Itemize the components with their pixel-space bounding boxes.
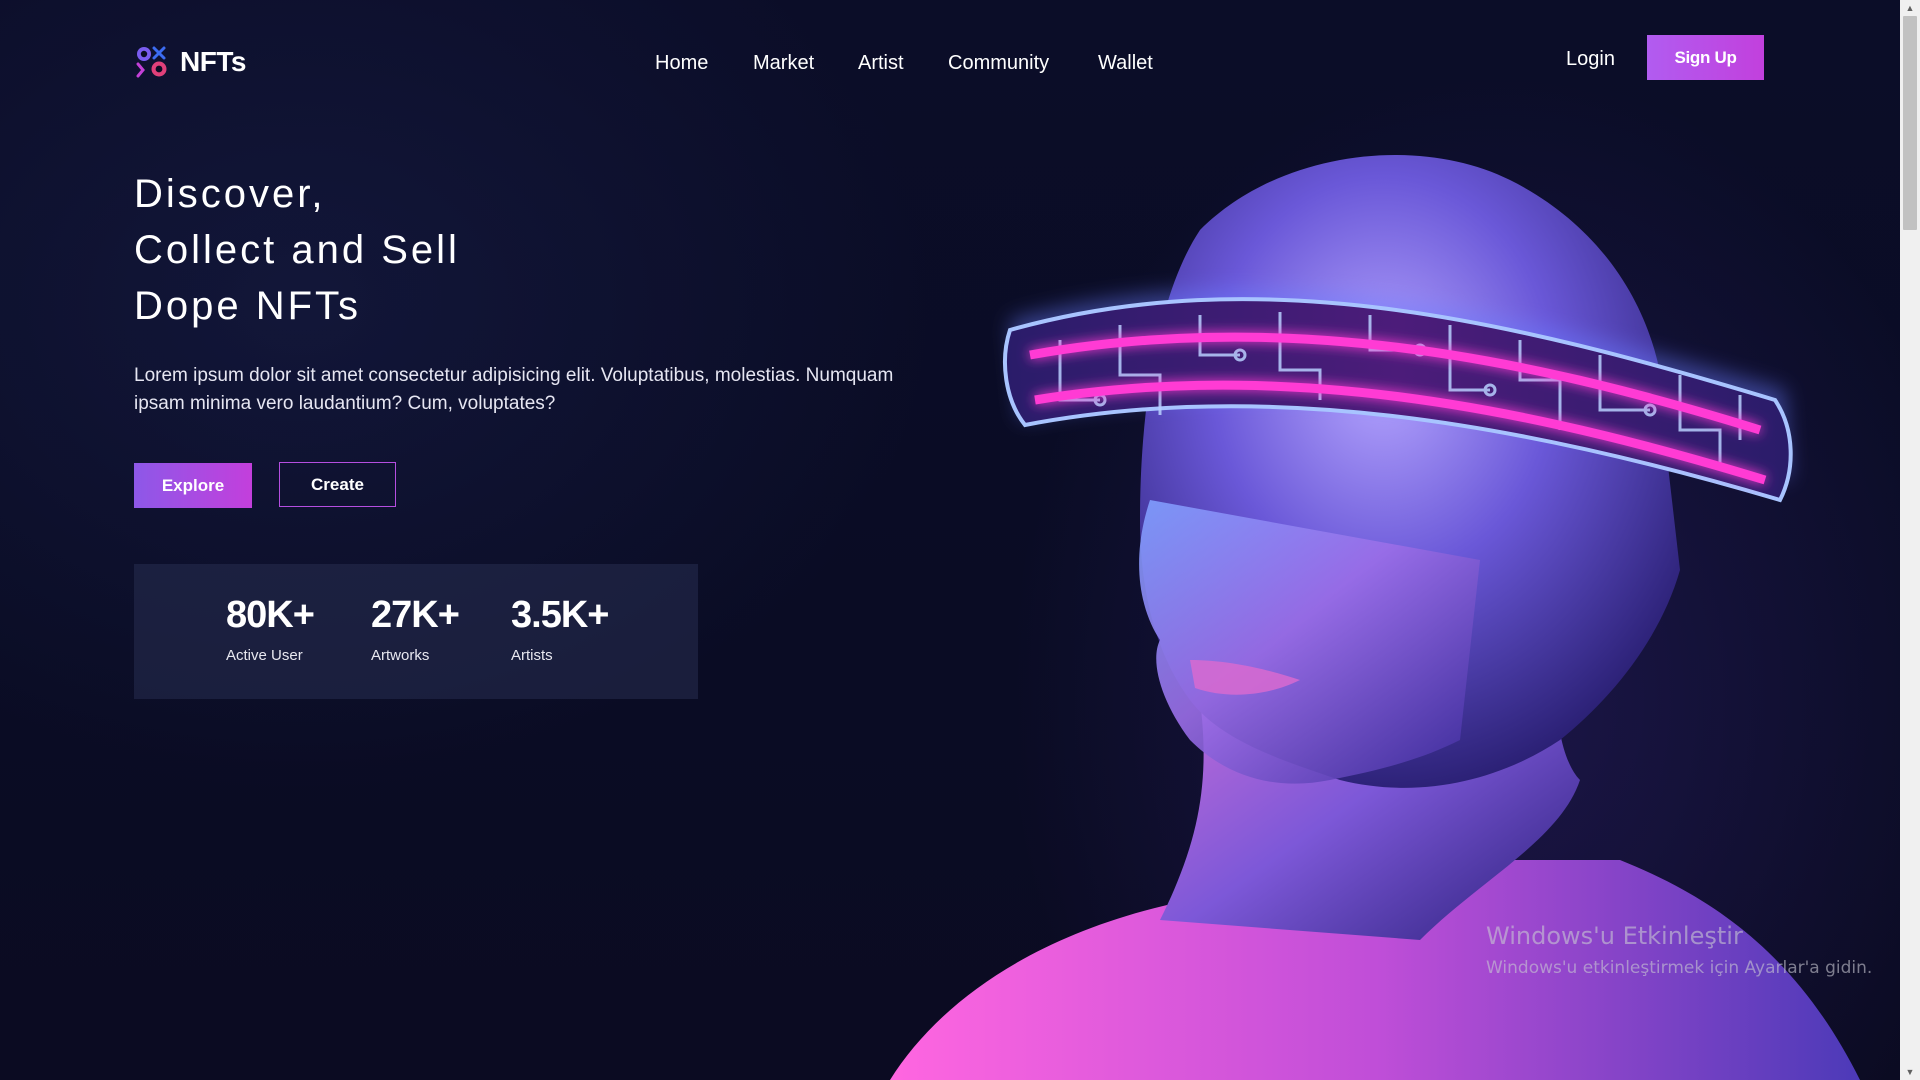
- nav-link-community[interactable]: Community: [948, 52, 1049, 75]
- stat-value: 3.5K+: [511, 594, 609, 636]
- stat-artworks: 27K+ Artworks: [371, 594, 460, 664]
- stat-label: Artists: [511, 647, 553, 664]
- stats-panel: 80K+ Active User 27K+ Artworks 3.5K+ Art…: [134, 564, 698, 699]
- stat-label: Artworks: [371, 647, 430, 664]
- hero-headline: Discover, Collect and Sell Dope NFTs: [134, 166, 460, 334]
- stat-value: 27K+: [371, 594, 460, 636]
- nav-link-wallet[interactable]: Wallet: [1098, 52, 1153, 75]
- vertical-scrollbar[interactable]: ▲ ▼: [1900, 0, 1920, 1080]
- stat-label: Active User: [226, 647, 303, 664]
- nav-link-market[interactable]: Market: [753, 52, 814, 75]
- nft-logo-icon: [136, 46, 167, 78]
- landing-page: NFTs Home Market Artist Community Wallet…: [0, 0, 1920, 1080]
- scroll-thumb[interactable]: [1903, 16, 1917, 230]
- brand-name: NFTs: [180, 46, 246, 77]
- signup-button[interactable]: Sign Up: [1647, 35, 1764, 80]
- headline-line: Collect and Sell: [134, 228, 460, 272]
- login-link[interactable]: Login: [1566, 48, 1615, 71]
- watermark-title: Windows'u Etkinleştir: [1486, 922, 1743, 950]
- nav-link-artist[interactable]: Artist: [858, 52, 904, 75]
- brand-logo[interactable]: NFTs: [134, 44, 246, 80]
- headline-line: Dope NFTs: [134, 284, 362, 328]
- windows-activation-watermark: Windows'u Etkinleştir Windows'u etkinleş…: [1486, 922, 1872, 978]
- stat-artists: 3.5K+ Artists: [511, 594, 609, 664]
- stat-active-users: 80K+ Active User: [226, 594, 315, 664]
- hero-description: Lorem ipsum dolor sit amet consectetur a…: [134, 365, 894, 414]
- headline-line: Discover,: [134, 172, 326, 216]
- stat-value: 80K+: [226, 594, 315, 636]
- nav-link-home[interactable]: Home: [655, 52, 708, 75]
- create-button[interactable]: Create: [279, 462, 396, 507]
- scroll-down-arrow-icon[interactable]: ▼: [1900, 1064, 1920, 1080]
- explore-button[interactable]: Explore: [134, 463, 252, 508]
- watermark-subtitle: Windows'u etkinleştirmek için Ayarlar'a …: [1486, 958, 1873, 978]
- scroll-up-arrow-icon[interactable]: ▲: [1900, 0, 1920, 16]
